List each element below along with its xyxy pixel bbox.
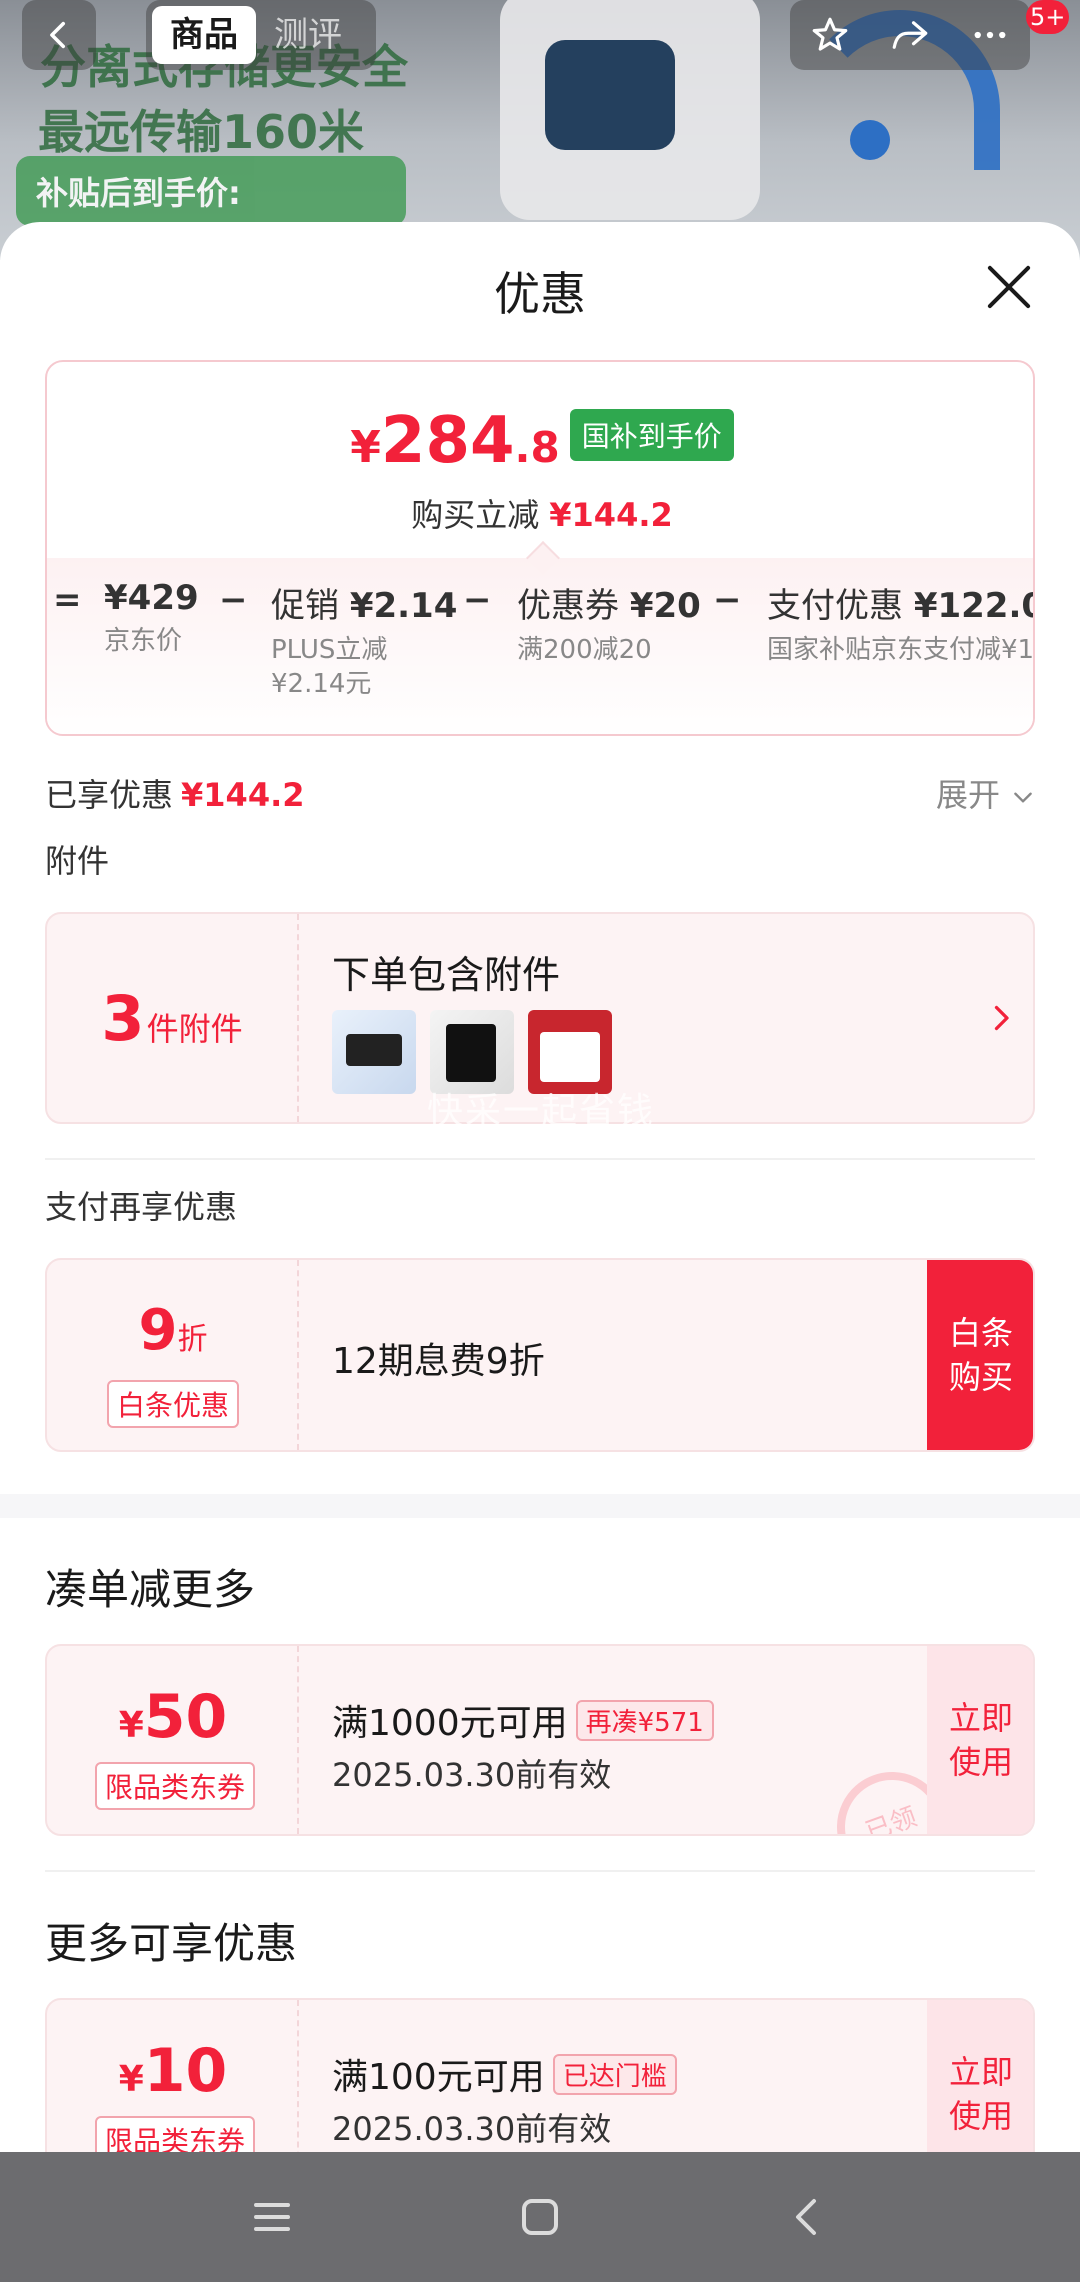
breakdown-sub: 满200减20 [517,635,652,665]
coupon-condition-line: 满100元可用 已达门槛 [332,2048,677,2100]
breakdown-value: ¥429 [104,578,199,618]
accessories-card[interactable]: 3 件附件 下单包含附件 快采一起省钱 [45,912,1035,1132]
accessory-count: 3 件附件 [47,914,299,1122]
breakdown-payment: 支付优惠 ¥122.06 国家补贴京东支付减¥1 [767,578,1035,667]
price-integer: 284 [380,404,515,478]
expand-toggle[interactable]: 展开 [936,770,1036,816]
price-breakdown: = ¥429 京东价 − 促销 ¥2.14 PLUS立减 ¥2.14元 − 优惠… [47,558,1035,734]
breakdown-value: ¥122.06 [913,586,1033,626]
final-price: ¥284.8 国补到手价 [47,404,1033,478]
system-nav-bar [0,2152,1080,2282]
coupon-currency: ¥ [118,1705,144,1746]
banner-subsidy-text: 补贴后到手价: [36,174,241,212]
coupon-type-chip: 限品类东券 [95,2116,256,2152]
tab-product[interactable]: 商品 [152,6,256,64]
breakdown-label: 支付优惠 [767,586,903,626]
tab-review[interactable]: 测评 [256,6,360,64]
more-icon[interactable] [969,14,1011,56]
reduce-value: ¥144.2 [549,496,673,534]
wifi-dot [850,120,890,160]
coupon-card: ¥50 限品类东券 满1000元可用 再凑¥571 2025.03.30前有效 已… [45,1644,1035,1836]
minus-sign: − [219,580,248,620]
bundle-label: 凑单减更多 [45,1565,256,1614]
back-nav-icon[interactable] [784,2193,832,2241]
coupon-condition-line: 满1000元可用 再凑¥571 [332,1694,714,1746]
back-button[interactable] [22,0,96,70]
enjoyed-label: 已享优惠 [45,776,174,814]
discount-unit: 折 [177,1322,208,1357]
coupon-type-chip: 限品类东券 [95,1762,256,1810]
use-now-button[interactable]: 立即 使用 [927,1646,1033,1834]
breakdown-sub: 国家补贴京东支付减¥1 [767,635,1035,665]
enjoyed-value: ¥144.2 [181,776,305,814]
watermark: 快采一起省钱 [427,1091,656,1132]
installment-text: 12期息费9折 [332,1341,545,1382]
camera-lens [545,40,675,150]
payment-label: 支付再享优惠 [45,1188,238,1226]
price-card: ¥284.8 国补到手价 购买立减 ¥144.2 = ¥429 京东价 − 促销 ¥… [45,360,1035,736]
section-gap [0,1494,1080,1518]
coupon-condition: 满1000元可用 [332,1703,568,1744]
use-now-button[interactable]: 立即 使用 [927,2000,1033,2152]
banner-line2: 最远传输160米 [38,105,365,159]
recent-apps-icon[interactable] [248,2193,296,2241]
star-icon[interactable] [809,14,851,56]
coupon-expiry: 2025.03.30前有效 [332,1756,612,1794]
divider [45,1870,1035,1872]
accessories-title: 下单包含附件 [332,953,561,997]
chevron-right-icon [994,1005,1009,1031]
coupon-currency: ¥ [118,2059,144,2100]
breakdown-coupon: 优惠券 ¥20 满200减20 [517,578,701,667]
coupon-pill: 已达门槛 [552,2054,677,2095]
top-tabs: 商品 测评 [146,0,376,70]
sheet-title: 优惠 [494,267,586,321]
more-offers-label: 更多可享优惠 [45,1919,298,1968]
breakdown-value: ¥2.14 [349,586,458,626]
coupon-card: ¥10 限品类东券 满100元可用 已达门槛 2025.03.30前有效 立即 使… [45,1998,1035,2152]
baitiao-chip: 白条优惠 [107,1380,240,1428]
minus-sign: − [463,580,492,620]
equals-sign: = [53,580,82,620]
accessory-count-unit: 件附件 [146,1010,243,1048]
baitiao-card: 9折 白条优惠 12期息费9折 白条 购买 [45,1258,1035,1452]
accessories-label: 附件 [45,842,110,880]
expand-label: 展开 [936,776,1001,814]
discount-sheet: 优惠 ¥284.8 国补到手价 购买立减 ¥144.2 = ¥429 京东价 − 促… [0,222,1080,2152]
breakdown-label: 促销 [271,586,339,626]
breakdown-value: ¥20 [629,586,701,626]
chevron-down-icon [1014,792,1032,803]
coupon-amount: 50 [143,1682,228,1752]
accessory-thumb-router [332,1010,416,1094]
discount-number: 9 [138,1298,178,1363]
home-icon[interactable] [516,2193,564,2241]
banner-subsidy: 补贴后到手价: [16,156,406,226]
notification-badge: 5+ [1026,0,1070,34]
baitiao-buy-button[interactable]: 白条 购买 [927,1260,1033,1450]
breakdown-sub: 京东价 [104,626,183,656]
coupon-amount: 10 [143,2036,228,2106]
coupon-expiry: 2025.03.30前有效 [332,2110,612,2148]
coupon-pill: 再凑¥571 [575,1700,714,1741]
accessory-count-number: 3 [101,981,145,1055]
close-icon[interactable] [984,262,1034,312]
reduce-label: 购买立减 [411,496,540,534]
breakdown-jd-price: ¥429 京东价 [104,578,199,658]
minus-sign: − [713,580,742,620]
top-actions [790,0,1030,70]
divider [45,1158,1035,1160]
subsidy-price-tag: 国补到手价 [569,409,734,461]
coupon-condition: 满100元可用 [332,2057,545,2098]
reduce-line: 购买立减 ¥144.2 [47,490,1033,536]
enjoyed-discount: 已享优惠 ¥144.2 [45,770,305,816]
price-decimal: .8 [514,423,560,472]
chevron-left-icon [50,21,66,49]
coupon-amount-area: ¥50 限品类东券 [47,1646,299,1834]
coupon-amount-area: ¥10 限品类东券 [47,2000,299,2152]
share-icon[interactable] [889,14,931,56]
breakdown-label: 优惠券 [517,586,619,626]
breakdown-promo: 促销 ¥2.14 PLUS立减 ¥2.14元 [271,578,457,701]
baitiao-discount: 9折 白条优惠 [47,1260,299,1450]
breakdown-sub: PLUS立减 ¥2.14元 [271,635,388,699]
price-currency: ¥ [350,422,381,473]
